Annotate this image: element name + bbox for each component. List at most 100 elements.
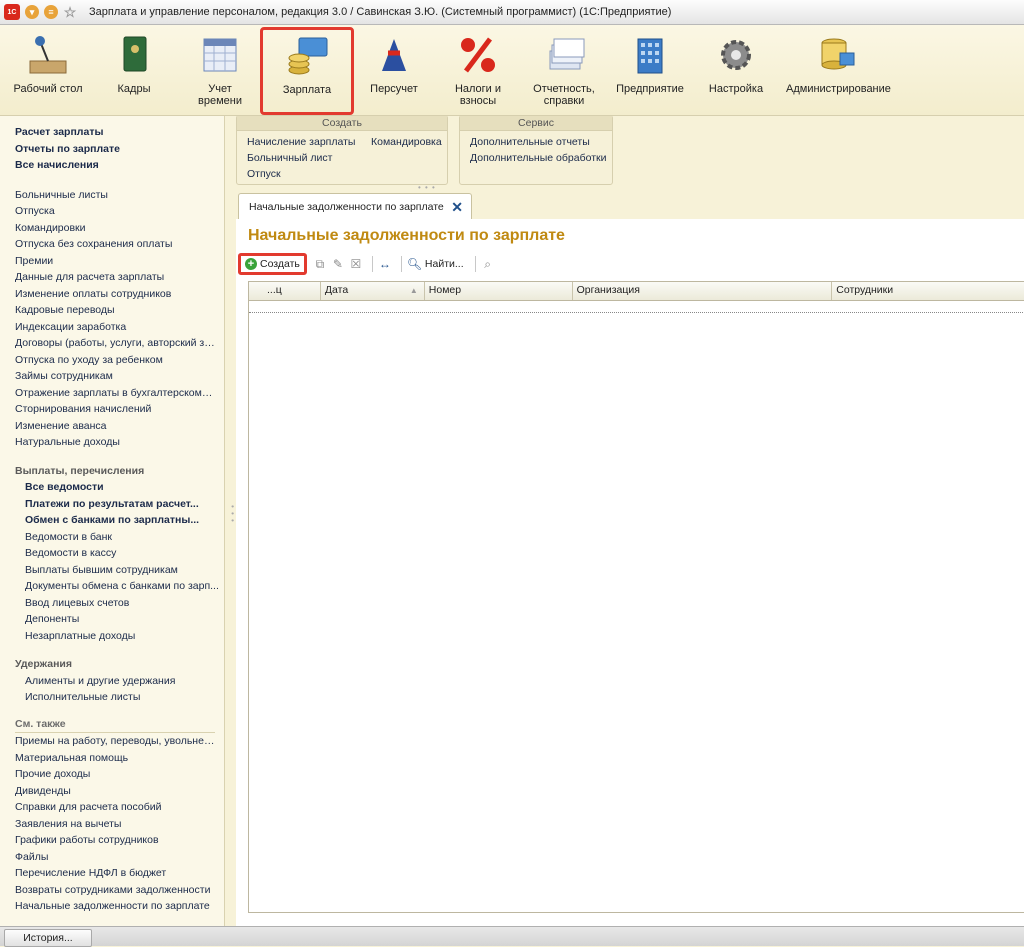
edit-icon[interactable]: ✎ [331, 257, 345, 271]
nav-item[interactable]: Отпуска без сохранения оплаты [0, 236, 215, 253]
nav-item[interactable]: Займы сотрудникам [0, 368, 215, 385]
column-header-label: ...ц [267, 284, 282, 296]
section-time[interactable]: Учет времени [180, 33, 260, 107]
nav-item[interactable]: Приемы на работу, переводы, увольнения [0, 733, 215, 750]
nav-item[interactable]: Все ведомости [0, 479, 224, 496]
documents-table[interactable]: ...ц Дата ▲ Номер Организация Сотрудники [248, 281, 1024, 913]
nav-item[interactable]: Материальная помощь [0, 750, 215, 767]
nav-item[interactable]: Командировки [0, 220, 215, 237]
nav-item[interactable]: Ведомости в банк [0, 529, 224, 546]
nav-item[interactable]: Отпуска [0, 203, 215, 220]
sort-ascending-icon: ▲ [409, 286, 418, 295]
nav-item[interactable]: Исполнительные листы [0, 689, 224, 706]
column-header-icon[interactable]: ...ц [249, 282, 321, 300]
panel-splitter[interactable]: • • • [418, 183, 436, 192]
main-menu-icon[interactable]: ≡ [44, 5, 58, 19]
create-salary-accrual-link[interactable]: Начисление зарплаты [247, 136, 355, 148]
column-header-organization[interactable]: Организация [573, 282, 833, 300]
nav-item[interactable]: Прочие доходы [0, 766, 215, 783]
additional-processing-link[interactable]: Дополнительные обработки [470, 152, 606, 164]
plus-icon: + [245, 258, 257, 270]
expand-range-icon[interactable]: ↔ [378, 257, 392, 271]
nav-item[interactable]: Незарплатные доходы [0, 628, 224, 645]
nav-item[interactable]: Обмен с банками по зарплатны... [0, 512, 224, 529]
app-logo-icon[interactable]: 1С [4, 4, 20, 20]
empty-row-line [249, 312, 1024, 313]
section-enterprise[interactable]: Предприятие [610, 33, 690, 95]
window-title: Зарплата и управление персоналом, редакц… [89, 6, 672, 18]
section-settings[interactable]: Настройка [696, 33, 776, 95]
nav-item[interactable]: Отражение зарплаты в бухгалтерском у... [0, 385, 215, 402]
column-header-number[interactable]: Номер [425, 282, 573, 300]
close-icon[interactable]: ✕ [451, 199, 463, 216]
create-vacation-link[interactable]: Отпуск [247, 168, 281, 180]
section-label: Учет времени [198, 83, 242, 107]
cancel-search-icon[interactable]: ⌕ [481, 257, 495, 271]
toolbar-separator [474, 256, 476, 272]
section-taxes[interactable]: Налоги и взносы [438, 33, 518, 107]
chevron-down-icon[interactable]: ▾ [25, 5, 39, 19]
nav-item[interactable]: Выплаты бывшим сотрудникам [0, 562, 224, 579]
section-label: Зарплата [282, 84, 332, 96]
pension-fund-icon [372, 33, 416, 77]
nav-item[interactable]: Ввод лицевых счетов [0, 595, 224, 612]
nav-item-initial-debts[interactable]: Начальные задолженности по зарплате [0, 898, 215, 915]
section-desktop[interactable]: Рабочий стол [8, 33, 88, 95]
nav-item[interactable]: Алименты и другие удержания [0, 673, 224, 690]
search-icon: 🔍︎ [406, 257, 423, 271]
nav-item[interactable]: Документы обмена с банками по зарп... [0, 578, 224, 595]
section-reports[interactable]: Отчетность, справки [524, 33, 604, 107]
nav-group-see-also: См. также [15, 716, 215, 733]
tab-initial-debts[interactable]: Начальные задолженности по зарплате ✕ [238, 193, 472, 219]
delete-icon[interactable]: ☒ [349, 257, 363, 271]
nav-item[interactable]: Перечисление НДФЛ в бюджет [0, 865, 215, 882]
service-actions-header: Сервис [460, 116, 612, 131]
section-admin[interactable]: Администрирование [786, 33, 891, 95]
nav-item[interactable]: Заявления на вычеты [0, 816, 215, 833]
create-button[interactable]: + Создать [238, 253, 307, 275]
nav-item[interactable]: Договоры (работы, услуги, авторский за..… [0, 335, 215, 352]
find-button-label: Найти... [424, 258, 464, 270]
nav-item[interactable]: Справки для расчета пособий [0, 799, 215, 816]
copy-icon[interactable]: ⧉ [313, 257, 327, 271]
nav-item[interactable]: Натуральные доходы [0, 434, 215, 451]
nav-item[interactable]: Отпуска по уходу за ребенком [0, 352, 215, 369]
nav-item[interactable]: Премии [0, 253, 215, 270]
tab-bar: Начальные задолженности по зарплате ✕ [236, 193, 1024, 220]
nav-item[interactable]: Расчет зарплаты [0, 124, 215, 141]
section-label: Отчетность, справки [533, 83, 595, 107]
nav-item[interactable]: Изменение аванса [0, 418, 215, 435]
create-sick-leave-link[interactable]: Больничный лист [247, 152, 332, 164]
desk-lamp-icon [26, 33, 70, 77]
star-icon[interactable]: ☆ [63, 4, 77, 20]
nav-item[interactable]: Графики работы сотрудников [0, 832, 215, 849]
section-label: Кадры [117, 83, 151, 95]
find-button[interactable]: 🔍︎ Найти... [407, 257, 464, 271]
column-header-employees[interactable]: Сотрудники [832, 282, 1024, 300]
nav-item[interactable]: Файлы [0, 849, 215, 866]
nav-item[interactable]: Отчеты по зарплате [0, 141, 215, 158]
additional-reports-link[interactable]: Дополнительные отчеты [470, 136, 590, 148]
nav-item[interactable]: Изменение оплаты сотрудников [0, 286, 215, 303]
column-header-date[interactable]: Дата ▲ [321, 282, 425, 300]
nav-item[interactable]: Данные для расчета зарплаты [0, 269, 215, 286]
section-salary[interactable]: Зарплата [260, 27, 354, 115]
nav-item[interactable]: Депоненты [0, 611, 224, 628]
section-personnel[interactable]: Кадры [94, 33, 174, 95]
nav-item[interactable]: Дивиденды [0, 783, 215, 800]
nav-item[interactable]: Сторнирования начислений [0, 401, 215, 418]
nav-item[interactable]: Все начисления [0, 157, 215, 174]
nav-item[interactable]: Индексации заработка [0, 319, 215, 336]
section-pers[interactable]: Персучет [354, 33, 434, 95]
create-business-trip-link[interactable]: Командировка [371, 136, 442, 148]
nav-item[interactable]: Платежи по результатам расчет... [0, 496, 224, 513]
nav-splitter[interactable]: • • • [228, 505, 237, 523]
papers-icon [542, 33, 586, 77]
nav-item[interactable]: Возвраты сотрудниками задолженности [0, 882, 215, 899]
nav-item[interactable]: Больничные листы [0, 187, 215, 204]
nav-item[interactable]: Ведомости в кассу [0, 545, 224, 562]
history-button[interactable]: История... [4, 929, 92, 947]
column-header-label: Дата [324, 284, 349, 296]
section-label: Рабочий стол [13, 83, 83, 95]
nav-item[interactable]: Кадровые переводы [0, 302, 215, 319]
